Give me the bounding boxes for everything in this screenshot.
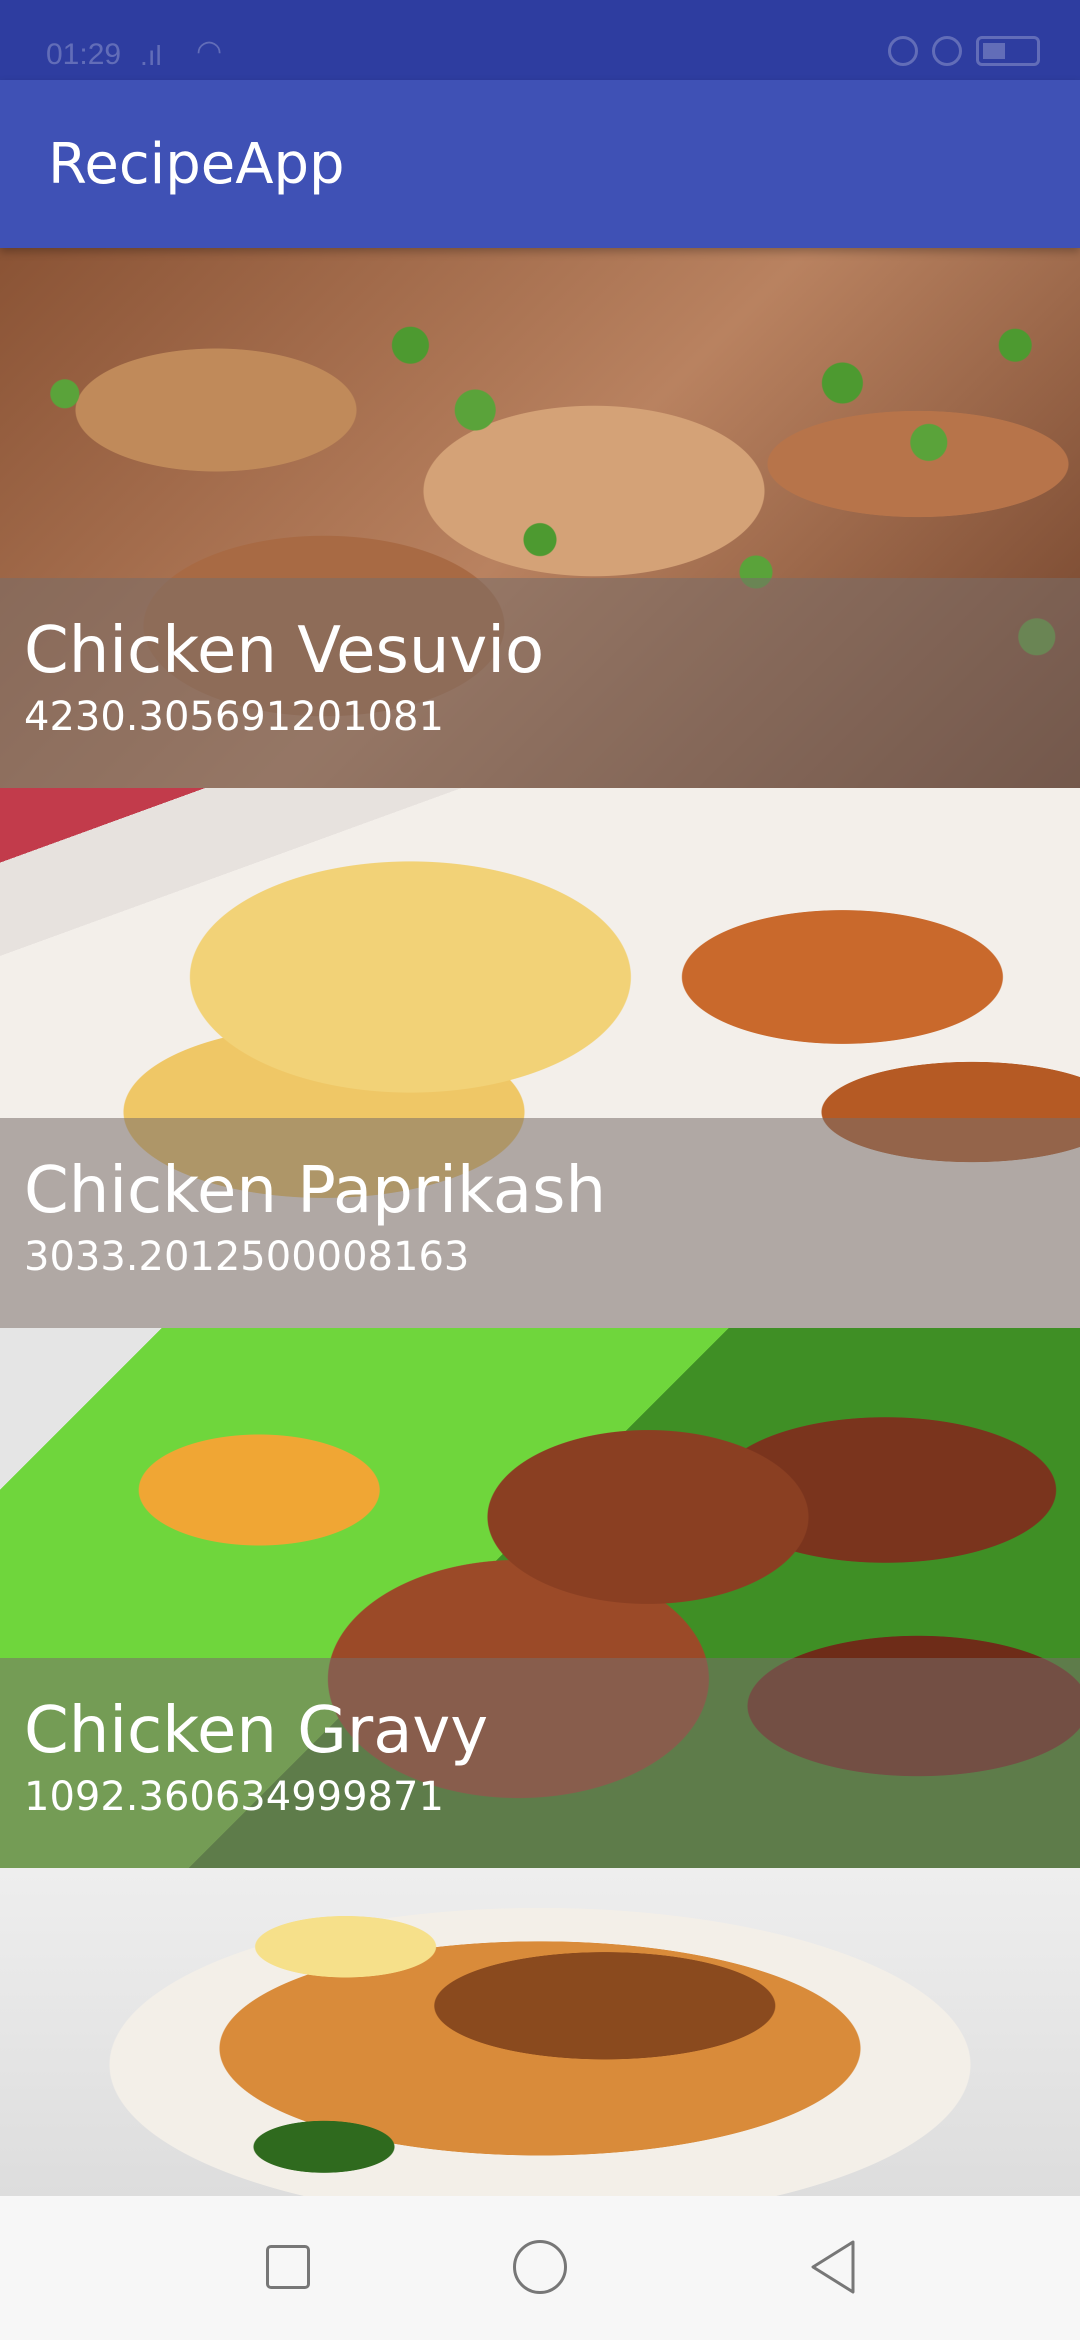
- recipe-score: 4230.305691201081: [24, 694, 444, 740]
- battery-icon: [976, 36, 1040, 66]
- recipe-card[interactable]: Chicken Paprikash 3033.2012500008163: [0, 788, 1080, 1328]
- recipe-card[interactable]: [0, 1868, 1080, 2196]
- recipe-score: 1092.360634999871: [24, 1774, 444, 1820]
- recipe-list[interactable]: Chicken Vesuvio 4230.305691201081 Chicke…: [0, 248, 1080, 2196]
- status-bar: 01:29 .ıl ◠: [0, 0, 1080, 80]
- status-time: 01:29: [46, 38, 122, 71]
- navigation-bar: [0, 2196, 1080, 2340]
- recipe-photo: [0, 1868, 1080, 2196]
- recipe-name: Chicken Paprikash: [24, 1154, 606, 1228]
- recent-apps-icon[interactable]: [266, 2245, 310, 2289]
- recipe-card[interactable]: Chicken Vesuvio 4230.305691201081: [0, 248, 1080, 788]
- recipe-name: Chicken Vesuvio: [24, 614, 545, 688]
- recipe-score: 3033.2012500008163: [24, 1234, 470, 1280]
- sync-icon: [888, 36, 918, 66]
- app-title: RecipeApp: [48, 132, 345, 197]
- recipe-card[interactable]: Chicken Gravy 1092.360634999871: [0, 1328, 1080, 1868]
- home-icon[interactable]: [513, 2240, 567, 2294]
- recipe-name: Chicken Gravy: [24, 1694, 489, 1768]
- status-icons: [888, 36, 1040, 66]
- app-bar: RecipeApp: [0, 80, 1080, 248]
- signal-icon: .ıl: [140, 40, 162, 71]
- back-icon[interactable]: [808, 2238, 858, 2296]
- wifi-icon: ◠: [196, 35, 223, 68]
- alarm-icon: [932, 36, 962, 66]
